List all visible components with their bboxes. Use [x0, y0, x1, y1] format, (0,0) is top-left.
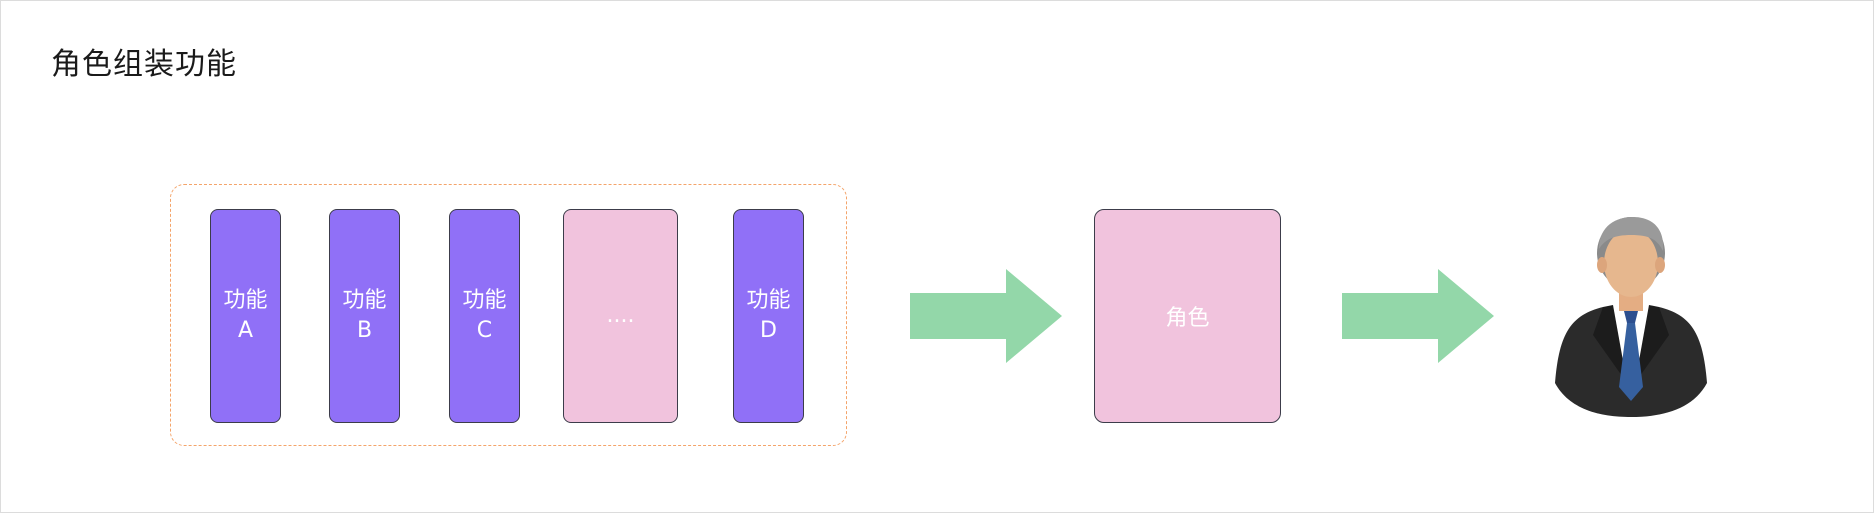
function-a-label: 功能: [223, 288, 268, 313]
diagram-canvas: 角色组装功能 功能 A 功能 B 功能 C .... 功能 D 角色: [0, 0, 1874, 513]
businessman-icon: [1555, 217, 1707, 417]
function-a-letter: A: [237, 318, 254, 343]
role-label: 角色: [1165, 306, 1210, 331]
right-arrow-icon: [1342, 269, 1494, 363]
function-box-b: 功能 B: [329, 209, 400, 423]
page-title: 角色组装功能: [51, 47, 237, 82]
function-c-letter: C: [476, 318, 493, 343]
function-d-label: 功能: [746, 288, 791, 313]
function-box-a: 功能 A: [210, 209, 281, 423]
function-d-letter: D: [760, 318, 777, 343]
role-box: 角色: [1094, 209, 1281, 423]
function-box-d: 功能 D: [733, 209, 804, 423]
function-b-letter: B: [356, 318, 373, 343]
function-box-c: 功能 C: [449, 209, 520, 423]
function-c-label: 功能: [462, 288, 507, 313]
right-arrow-icon: [910, 269, 1062, 363]
function-box-more: ....: [563, 209, 678, 423]
function-b-label: 功能: [342, 288, 387, 313]
function-more-label: ....: [606, 303, 635, 328]
